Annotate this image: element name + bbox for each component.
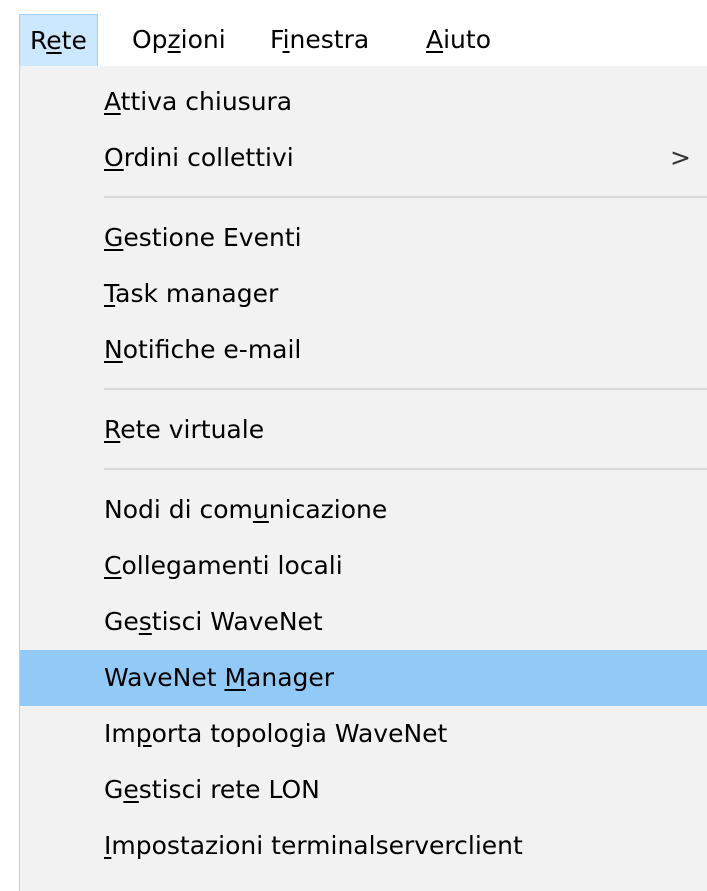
menu-finestra[interactable]: Finestra	[260, 14, 379, 66]
menu-item-gestisci-wavenet[interactable]: Gestisci WaveNet	[20, 594, 707, 650]
menu-item-importa-topologia-wavenet[interactable]: Importa topologia WaveNet	[20, 706, 707, 762]
menu-item-impostazioni-terminalserverclient[interactable]: Impostazioni terminalserverclient	[20, 818, 707, 874]
menu-rete[interactable]: Rete	[19, 14, 98, 66]
menu-item-nodi-di-comunicazione[interactable]: Nodi di comunicazione	[20, 482, 707, 538]
menu-item-ordini-collettivi[interactable]: Ordini collettivi >	[20, 130, 707, 186]
menu-item-collegamenti-locali[interactable]: Collegamenti locali	[20, 538, 707, 594]
menu-item-task-manager[interactable]: Task manager	[20, 266, 707, 322]
menu-item-wavenet-manager[interactable]: WaveNet Manager	[20, 650, 707, 706]
menu-item-gestisci-rete-lon[interactable]: Gestisci rete LON	[20, 762, 707, 818]
menu-aiuto[interactable]: Aiuto	[416, 14, 501, 66]
rete-dropdown-menu: Attiva chiusura Ordini collettivi > Gest…	[19, 66, 707, 891]
menu-separator	[104, 468, 707, 470]
menu-item-attiva-chiusura[interactable]: Attiva chiusura	[20, 74, 707, 130]
menu-item-gestione-eventi[interactable]: Gestione Eventi	[20, 210, 707, 266]
menu-opzioni[interactable]: Opzioni	[122, 14, 236, 66]
menu-item-notifiche-email[interactable]: Notifiche e-mail	[20, 322, 707, 378]
menu-separator	[104, 388, 707, 390]
menu-bar: Rete Opzioni Finestra Aiuto	[0, 0, 707, 66]
menu-item-rete-virtuale[interactable]: Rete virtuale	[20, 402, 707, 458]
menu-separator	[104, 196, 707, 198]
chevron-right-icon: >	[670, 143, 691, 172]
